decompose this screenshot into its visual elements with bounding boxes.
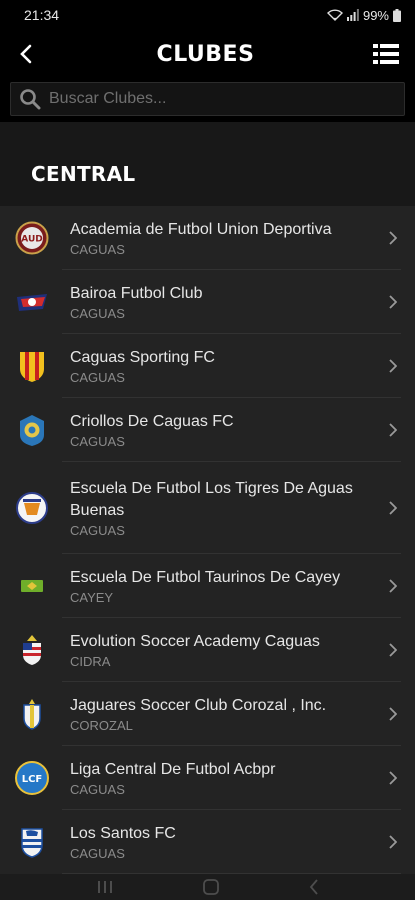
club-name: Los Santos FC	[70, 824, 176, 842]
club-name: Liga Central De Futbol Acbpr	[70, 760, 276, 778]
club-name: Caguas Sporting FC	[70, 348, 215, 366]
club-name: Jaguares Soccer Club Corozal , Inc.	[70, 696, 327, 714]
status-time: 21:34	[24, 7, 60, 23]
chevron-right-icon	[385, 295, 401, 309]
club-item[interactable]: Escuela De Futbol Taurinos De Cayey CAYE…	[0, 554, 415, 618]
club-item[interactable]: Criollos De Caguas FC CAGUAS	[0, 398, 415, 462]
club-item[interactable]: Escuela De Futbol Los Tigres De Aguas Bu…	[0, 462, 415, 554]
club-item[interactable]: Bairoa Futbol Club CAGUAS	[0, 270, 415, 334]
home-nav-icon[interactable]	[202, 878, 219, 900]
chevron-right-icon	[385, 359, 401, 373]
club-name: Bairoa Futbol Club	[70, 284, 203, 302]
back-button[interactable]	[12, 40, 40, 68]
chevron-right-icon	[385, 835, 401, 849]
search-box[interactable]	[10, 82, 405, 116]
list-view-button[interactable]	[371, 40, 401, 68]
club-item[interactable]: AUD Academia de Futbol Union Deportiva C…	[0, 206, 415, 270]
list-menu-icon	[372, 44, 399, 64]
back-nav-icon[interactable]	[309, 878, 319, 900]
back-arrow-icon	[20, 44, 32, 64]
club-item[interactable]: Los Santos FC CAGUAS	[0, 810, 415, 874]
chevron-right-icon	[385, 707, 401, 721]
search-icon	[20, 89, 41, 110]
club-city: CAGUAS	[70, 433, 125, 449]
club-name: Evolution Soccer Academy Caguas	[70, 632, 320, 650]
chevron-right-icon	[385, 423, 401, 437]
club-name: Academia de Futbol Union Deportiva	[70, 220, 332, 238]
chevron-right-icon	[385, 643, 401, 657]
club-item[interactable]: LCF Liga Central De Futbol Acbpr CAGUAS	[0, 746, 415, 810]
club-item[interactable]: Evolution Soccer Academy Caguas CIDRA	[0, 618, 415, 682]
wifi-icon	[326, 9, 343, 21]
chevron-right-icon	[385, 501, 401, 515]
chevron-right-icon	[385, 579, 401, 593]
recents-nav-icon[interactable]	[97, 880, 113, 899]
search-bar	[0, 78, 415, 122]
club-logo	[14, 348, 50, 384]
club-logo: AUD	[14, 220, 50, 256]
battery-icon	[393, 8, 401, 22]
club-logo	[14, 568, 50, 604]
page-title: CLUBES	[156, 41, 255, 67]
club-city: CAGUAS	[70, 845, 125, 861]
section-title: CENTRAL	[31, 162, 136, 186]
club-name: Escuela De Futbol Los Tigres De Aguas Bu…	[70, 479, 353, 519]
status-bar: 21:34 99%	[0, 0, 415, 30]
club-city: CAGUAS	[70, 305, 125, 321]
club-item[interactable]: Caguas Sporting FC CAGUAS	[0, 334, 415, 398]
club-logo	[14, 824, 50, 860]
section-header: CENTRAL	[0, 122, 415, 206]
status-indicators: 99%	[326, 7, 401, 23]
club-logo	[14, 696, 50, 732]
club-logo	[14, 490, 50, 526]
club-name: Escuela De Futbol Taurinos De Cayey	[70, 568, 341, 586]
club-item[interactable]: Jaguares Soccer Club Corozal , Inc. CORO…	[0, 682, 415, 746]
club-city: CAGUAS	[70, 522, 125, 538]
battery-percent: 99%	[362, 7, 389, 23]
club-list: AUD Academia de Futbol Union Deportiva C…	[0, 206, 415, 874]
club-logo	[14, 412, 50, 448]
club-logo: LCF	[14, 760, 50, 796]
club-city: CAGUAS	[70, 781, 125, 797]
signal-icon	[346, 9, 359, 21]
logo-initials: LCF	[22, 774, 43, 785]
club-city: COROZAL	[70, 717, 133, 733]
chevron-right-icon	[385, 771, 401, 785]
club-city: CIDRA	[70, 653, 111, 669]
club-name: Criollos De Caguas FC	[70, 412, 234, 430]
app-bar: CLUBES	[0, 30, 415, 78]
chevron-right-icon	[385, 231, 401, 245]
system-nav-bar	[0, 878, 415, 900]
club-city: CAYEY	[70, 589, 114, 605]
club-city: CAGUAS	[70, 241, 125, 257]
search-input[interactable]	[49, 90, 396, 108]
club-logo	[14, 632, 50, 668]
club-logo	[14, 284, 50, 320]
logo-initials: AUD	[21, 235, 42, 245]
club-city: CAGUAS	[70, 369, 125, 385]
